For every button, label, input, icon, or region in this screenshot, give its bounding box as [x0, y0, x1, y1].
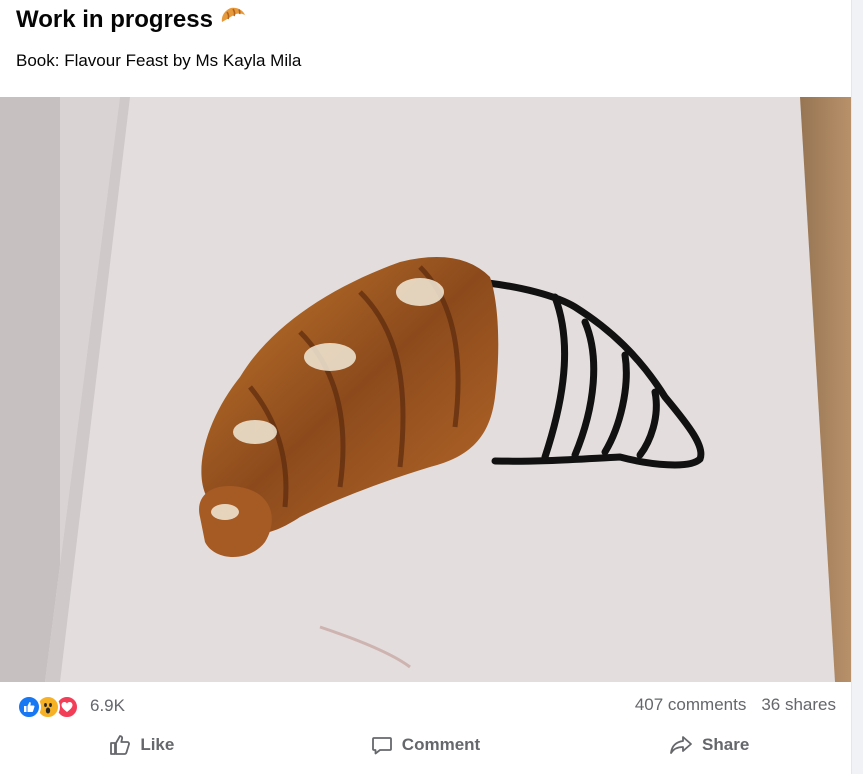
post-subtitle: Book: Flavour Feast by Ms Kayla Mila	[16, 51, 302, 70]
share-label: Share	[702, 735, 750, 754]
reactions-summary: 6.9K 407 comments 36 shares	[0, 682, 851, 728]
like-label: Like	[140, 735, 175, 754]
thumbs-up-icon	[109, 734, 131, 756]
comment-label: Comment	[401, 735, 481, 754]
like-reaction-icon	[17, 695, 41, 719]
like-button[interactable]: Like	[0, 728, 284, 762]
reaction-icons[interactable]	[17, 695, 79, 719]
post-photo[interactable]	[0, 97, 851, 682]
post-title: Work in progress	[16, 6, 213, 33]
comment-button[interactable]: Comment	[284, 728, 568, 762]
engagement-meta: 407 comments 36 shares	[635, 695, 836, 715]
post-title-row: Work in progress	[16, 4, 247, 36]
comment-bubble-icon	[371, 734, 393, 756]
post-action-bar: Like Comment Share	[0, 728, 851, 762]
share-arrow-icon	[669, 734, 693, 756]
croissant-emoji-icon	[219, 4, 247, 36]
scrollbar-track[interactable]	[851, 0, 863, 774]
croissant-illustration-icon	[0, 97, 851, 682]
comments-count[interactable]: 407 comments	[635, 695, 747, 715]
post-card: Work in progress Book: Flavour Feast by …	[0, 0, 851, 774]
share-button[interactable]: Share	[567, 728, 851, 762]
reaction-count[interactable]: 6.9K	[90, 696, 125, 716]
shares-count[interactable]: 36 shares	[761, 695, 836, 715]
